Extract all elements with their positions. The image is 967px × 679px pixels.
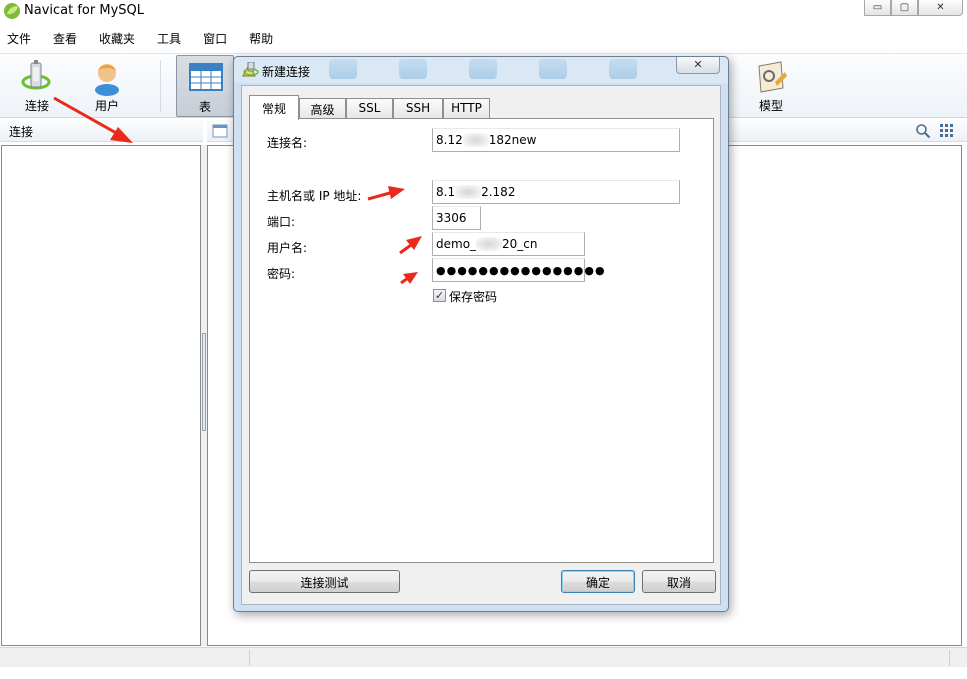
- maximize-icon: ▢: [899, 2, 910, 13]
- close-window-button[interactable]: ✕: [918, 0, 963, 16]
- cancel-button[interactable]: 取消: [642, 570, 716, 593]
- dialog-title: 新建连接: [262, 65, 311, 79]
- model-label: 模型: [758, 99, 783, 113]
- connections-header: 连接: [0, 120, 203, 142]
- app-titlebar: Navicat for MySQL ▭ ▢ ✕: [0, 0, 967, 24]
- port-field[interactable]: 3306: [432, 206, 481, 230]
- menu-help[interactable]: 帮助: [240, 30, 286, 47]
- connection-name-field[interactable]: 8.12 182new: [432, 128, 680, 152]
- status-cell-1: [0, 650, 250, 666]
- menu-file[interactable]: 文件: [0, 30, 44, 47]
- password-field[interactable]: ●●●●●●●●●●●●●●●●: [432, 258, 605, 282]
- password-label: 密码:: [267, 267, 296, 281]
- menu-bar: 文件 查看 收藏夹 工具 窗口 帮助: [0, 26, 967, 50]
- user-person-icon: [95, 64, 119, 96]
- save-password-label: 保存密码: [449, 290, 498, 304]
- table-button[interactable]: 表: [176, 55, 234, 117]
- redacted-blur: [462, 133, 489, 147]
- maximize-button[interactable]: ▢: [891, 0, 918, 16]
- app-title: Navicat for MySQL: [24, 3, 144, 18]
- model-button[interactable]: 模型: [744, 56, 798, 116]
- close-icon: ✕: [936, 2, 945, 13]
- splitter-grip[interactable]: [202, 333, 206, 431]
- minimize-button[interactable]: ▭: [864, 0, 891, 16]
- save-password-checkbox[interactable]: ✓: [433, 289, 446, 302]
- grid-view-icon[interactable]: [939, 123, 955, 139]
- menu-favorites[interactable]: 收藏夹: [90, 30, 148, 47]
- menu-window[interactable]: 窗口: [194, 30, 240, 47]
- connection-name-label: 连接名:: [267, 136, 308, 150]
- search-icon[interactable]: [915, 123, 931, 139]
- model-icon: [758, 61, 787, 93]
- test-connection-button[interactable]: 连接测试: [249, 570, 400, 593]
- tab-ssl[interactable]: SSL: [346, 98, 393, 119]
- tab-http[interactable]: HTTP: [443, 98, 490, 119]
- menu-view[interactable]: 查看: [44, 30, 90, 47]
- new-connection-dialog: 新建连接 ✕ 常规 高级 SSL SSH HTTP 连接名: 8.12 182ne…: [233, 56, 729, 612]
- port-label: 端口:: [267, 215, 296, 229]
- redacted-blur: [476, 237, 503, 251]
- general-tab-page: 连接名: 8.12 182new 主机名或 IP 地址: 8.1 2.182 端口:…: [249, 118, 714, 563]
- tab-advanced[interactable]: 高级: [299, 98, 346, 119]
- host-label: 主机名或 IP 地址:: [267, 189, 362, 203]
- connections-title: 连接: [9, 125, 34, 139]
- minimize-icon: ▭: [872, 2, 883, 13]
- new-object-icon[interactable]: [212, 124, 228, 138]
- dialog-body: 常规 高级 SSL SSH HTTP 连接名: 8.12 182new 主机名或 …: [241, 85, 721, 605]
- username-field[interactable]: demo_ 20_cn: [432, 232, 585, 256]
- toolbar-separator: [160, 60, 161, 112]
- connections-tree-pane[interactable]: [1, 145, 201, 646]
- tab-general[interactable]: 常规: [249, 95, 299, 120]
- user-button[interactable]: 用户: [80, 56, 134, 116]
- ok-button[interactable]: 确定: [561, 570, 635, 593]
- connect-button[interactable]: 连接: [10, 56, 64, 116]
- table-label: 表: [198, 100, 211, 114]
- background-toolbar-ghost: [329, 59, 659, 81]
- username-label: 用户名:: [267, 241, 308, 255]
- redacted-blur: [455, 185, 482, 199]
- navicat-leaf-icon: [4, 3, 20, 19]
- new-connection-wizard-icon: [242, 62, 259, 77]
- status-bar: [0, 647, 967, 667]
- tab-ssh[interactable]: SSH: [393, 98, 443, 119]
- dialog-close-button[interactable]: ✕: [676, 57, 720, 74]
- user-label: 用户: [94, 99, 119, 113]
- menu-tools[interactable]: 工具: [148, 30, 194, 47]
- table-grid-icon: [189, 63, 223, 91]
- dialog-titlebar[interactable]: 新建连接 ✕: [234, 57, 728, 83]
- connect-label: 连接: [24, 99, 49, 113]
- status-cell-2: [250, 650, 950, 666]
- close-icon: ✕: [693, 58, 703, 71]
- connection-plug-icon: [21, 60, 51, 90]
- host-field[interactable]: 8.1 2.182: [432, 180, 680, 204]
